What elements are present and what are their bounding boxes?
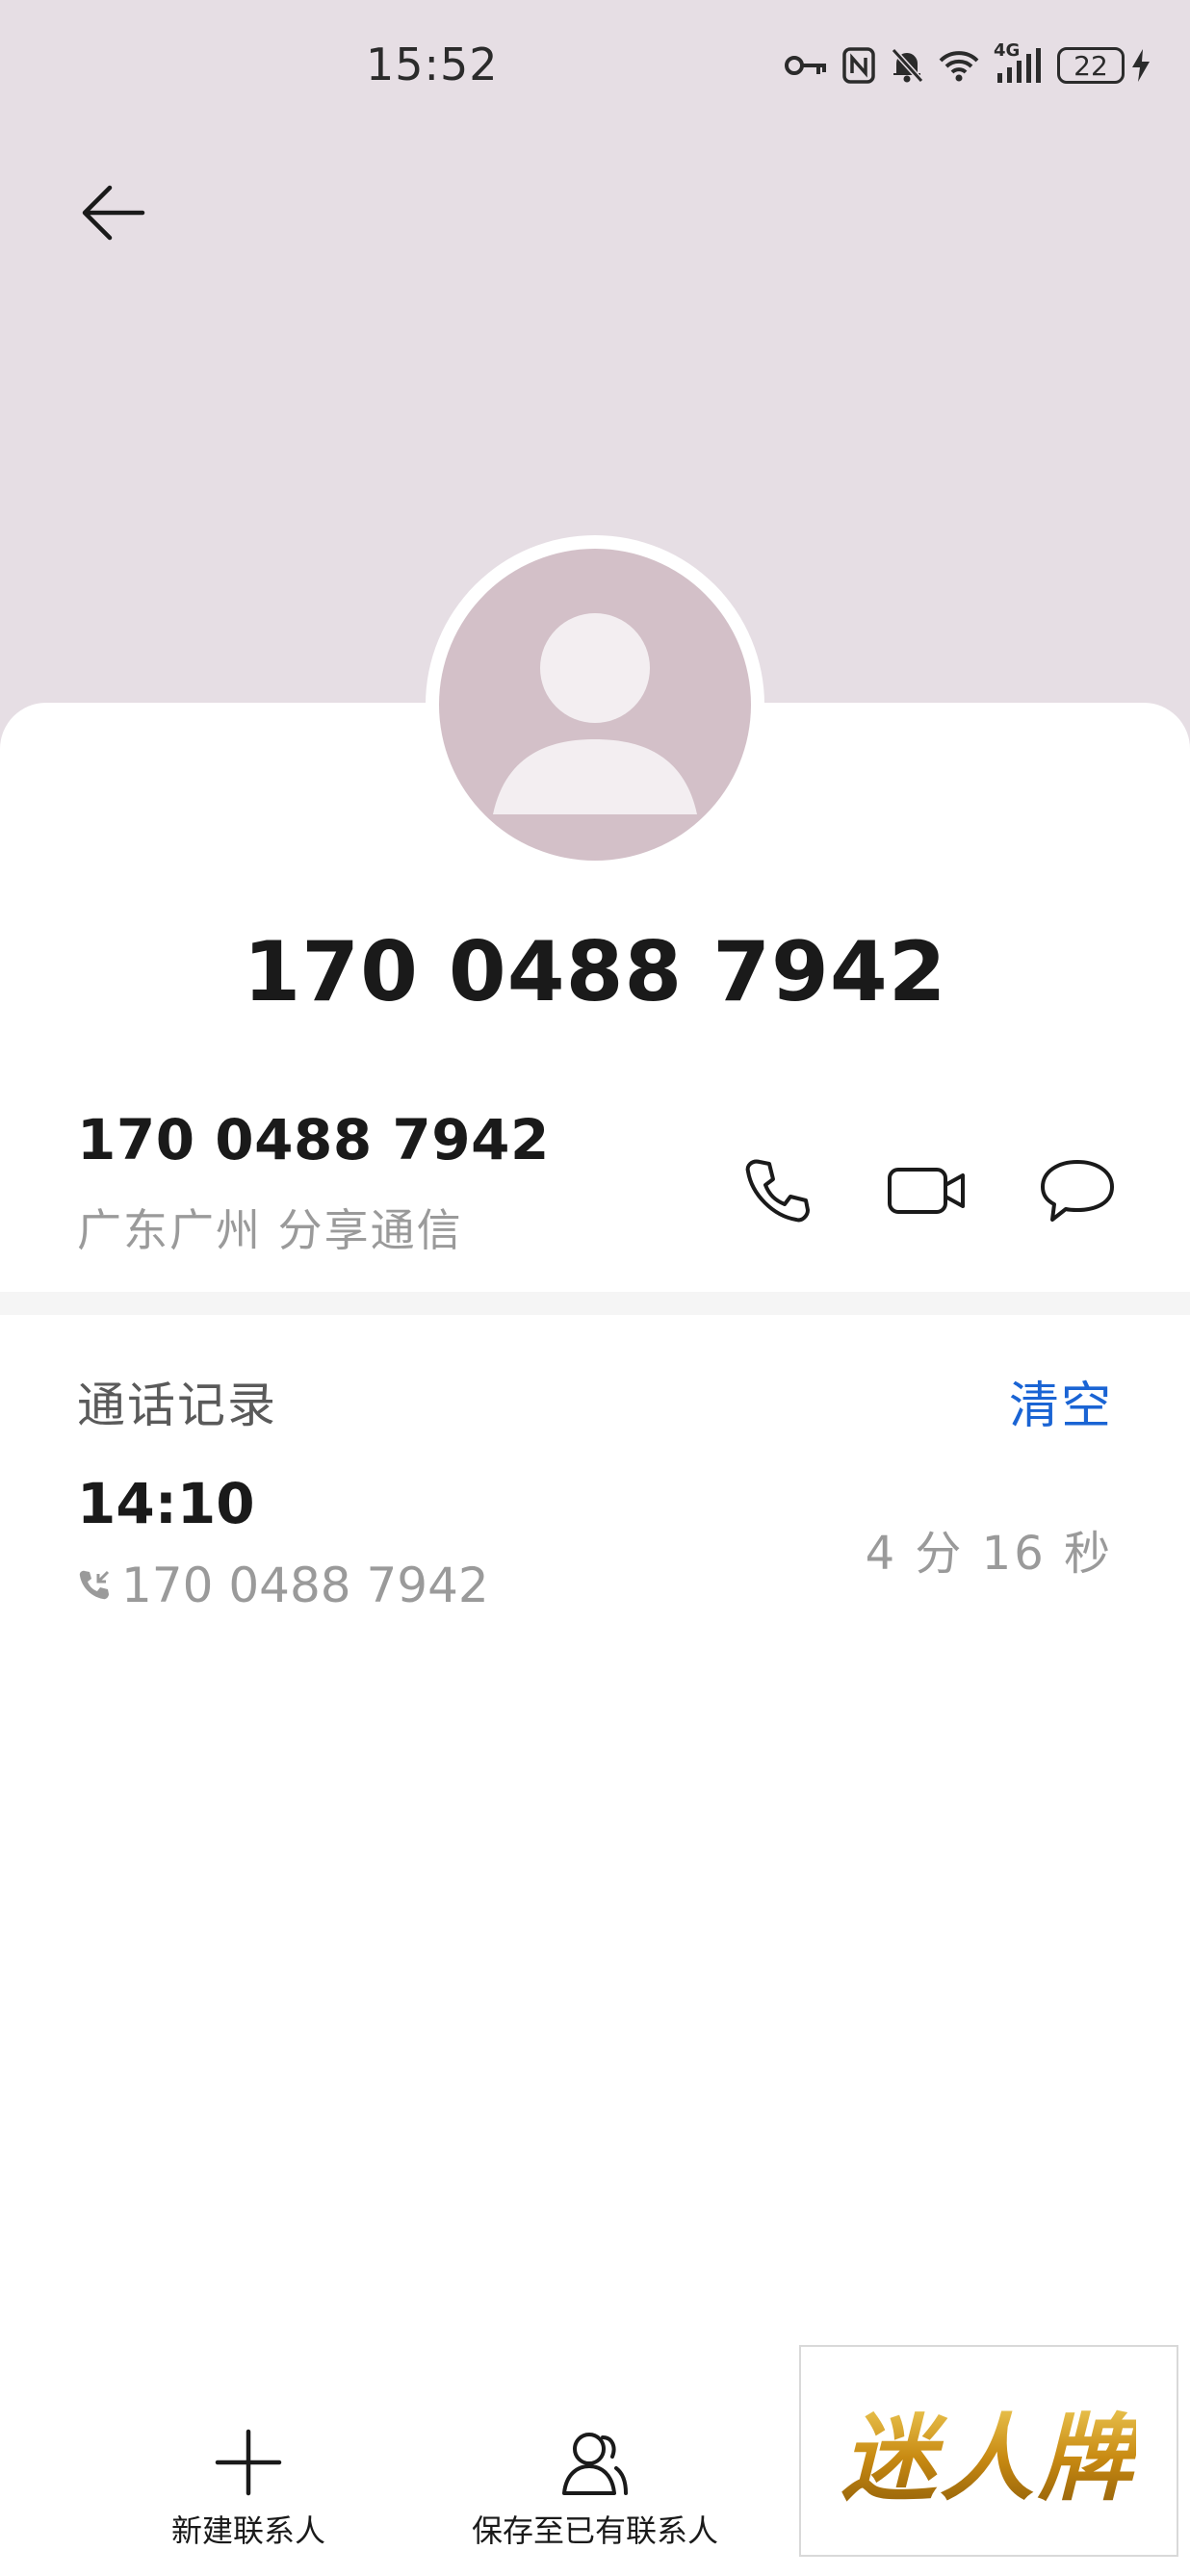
clear-button[interactable]: 清空 xyxy=(1009,1365,1113,1437)
vpn-key-icon xyxy=(784,51,828,80)
charging-bolt-icon xyxy=(1132,49,1150,82)
status-time: 15:52 xyxy=(366,39,499,90)
save-to-existing-button[interactable]: 保存至已有联系人 xyxy=(453,2426,737,2551)
status-icons: 4G 22 xyxy=(784,39,1151,92)
new-contact-button[interactable]: 新建联系人 xyxy=(154,2426,343,2551)
new-contact-label: 新建联系人 xyxy=(170,2512,325,2549)
person-add-icon xyxy=(562,2433,628,2495)
wifi-icon xyxy=(938,48,980,83)
number-row[interactable]: 170 0488 7942 广东广州 分享通信 xyxy=(77,1107,550,1259)
plus-icon xyxy=(215,2429,282,2496)
section-divider xyxy=(0,1292,1190,1315)
phone-number: 170 0488 7942 xyxy=(77,1107,550,1172)
call-button[interactable] xyxy=(734,1147,820,1234)
phone-icon xyxy=(745,1159,810,1223)
call-log-time: 14:10 xyxy=(77,1471,255,1536)
call-log-number: 170 0488 7942 xyxy=(121,1558,489,1613)
battery-indicator: 22 xyxy=(1057,47,1151,84)
watermark-text: 迷人牌 xyxy=(841,2383,1136,2519)
incoming-call-icon xyxy=(79,1570,110,1600)
status-bar: 15:52 4G 22 xyxy=(0,0,1190,135)
call-log-duration: 4 分 16 秒 xyxy=(865,1527,1113,1581)
video-call-button[interactable] xyxy=(884,1147,970,1234)
nfc-icon xyxy=(841,46,876,85)
call-log-title: 通话记录 xyxy=(77,1378,277,1433)
avatar-placeholder-icon xyxy=(439,549,751,861)
number-location: 广东广州 分享通信 xyxy=(77,1204,463,1256)
watermark-logo: 迷人牌 xyxy=(799,2345,1178,2557)
avatar xyxy=(426,535,764,874)
message-button[interactable] xyxy=(1034,1147,1121,1234)
back-button[interactable] xyxy=(71,171,154,254)
video-camera-icon xyxy=(888,1168,965,1214)
call-log-number-row: 170 0488 7942 xyxy=(77,1558,489,1613)
message-bubble-icon xyxy=(1041,1160,1114,1222)
mute-bell-icon xyxy=(890,46,924,85)
back-arrow-icon xyxy=(82,185,145,241)
save-to-existing-label: 保存至已有联系人 xyxy=(471,2512,718,2549)
cellular-signal-icon: 4G xyxy=(994,40,1044,85)
contact-title: 170 0488 7942 xyxy=(243,924,947,1020)
battery-level: 22 xyxy=(1057,47,1125,84)
